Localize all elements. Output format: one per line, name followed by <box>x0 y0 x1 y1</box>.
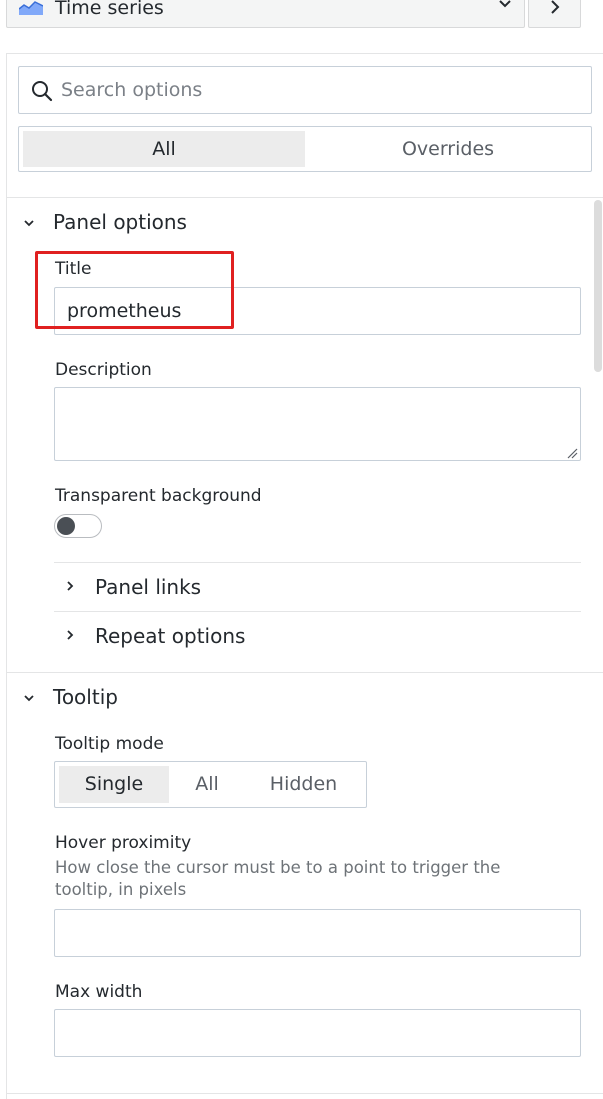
section-title: Panel links <box>95 575 202 599</box>
transparent-background-toggle[interactable] <box>54 514 102 538</box>
chevron-right-icon <box>67 630 74 640</box>
divider <box>54 611 581 612</box>
description-label: Description <box>55 360 152 380</box>
section-title: Repeat options <box>95 624 246 648</box>
hover-proximity-input[interactable] <box>54 909 581 957</box>
section-tooltip[interactable]: Tooltip <box>0 683 590 713</box>
hover-proximity-label: Hover proximity <box>55 833 192 853</box>
visualization-name: Time series <box>55 0 164 19</box>
toggle-knob <box>57 517 75 535</box>
tooltip-mode-single[interactable]: Single <box>59 766 169 803</box>
section-repeat-options[interactable]: Repeat options <box>54 622 581 652</box>
description-line: How close the cursor must be to a point … <box>55 858 501 877</box>
section-panel-links[interactable]: Panel links <box>54 572 581 602</box>
hover-proximity-description: How close the cursor must be to a point … <box>55 857 575 901</box>
tooltip-mode-label: Tooltip mode <box>55 734 164 754</box>
search-options-box[interactable] <box>18 66 592 114</box>
section-panel-options[interactable]: Panel options <box>0 208 590 238</box>
tooltip-mode-all[interactable]: All <box>169 766 245 803</box>
time-series-chart-icon <box>19 1 43 15</box>
tooltip-mode-selector: Single All Hidden <box>54 761 367 808</box>
chevron-down-icon[interactable] <box>498 0 512 9</box>
collapse-options-button[interactable] <box>528 0 581 28</box>
max-width-input[interactable] <box>54 1009 581 1057</box>
options-tab-group: All Overrides <box>18 126 592 172</box>
visualization-picker[interactable]: Time series <box>6 0 525 28</box>
section-title: Panel options <box>53 210 187 234</box>
divider <box>54 562 581 563</box>
transparent-background-label: Transparent background <box>55 486 262 506</box>
tab-overrides[interactable]: Overrides <box>307 131 589 167</box>
title-input[interactable] <box>54 287 581 335</box>
chevron-right-icon <box>551 0 560 14</box>
max-width-label: Max width <box>55 982 143 1002</box>
scrollbar[interactable] <box>594 200 602 372</box>
description-line: tooltip, in pixels <box>55 880 187 899</box>
divider <box>6 197 603 198</box>
search-icon <box>32 81 53 102</box>
chevron-down-icon <box>24 695 34 702</box>
divider <box>6 672 603 673</box>
chevron-right-icon <box>67 581 74 591</box>
resize-handle-icon[interactable] <box>566 447 578 459</box>
description-textarea[interactable] <box>54 387 581 461</box>
search-input[interactable] <box>61 75 581 105</box>
tooltip-mode-hidden[interactable]: Hidden <box>245 766 362 803</box>
tab-all[interactable]: All <box>23 131 305 167</box>
divider <box>6 1093 603 1094</box>
chevron-down-icon <box>24 220 34 227</box>
title-label: Title <box>55 259 92 279</box>
section-title: Tooltip <box>53 685 118 709</box>
